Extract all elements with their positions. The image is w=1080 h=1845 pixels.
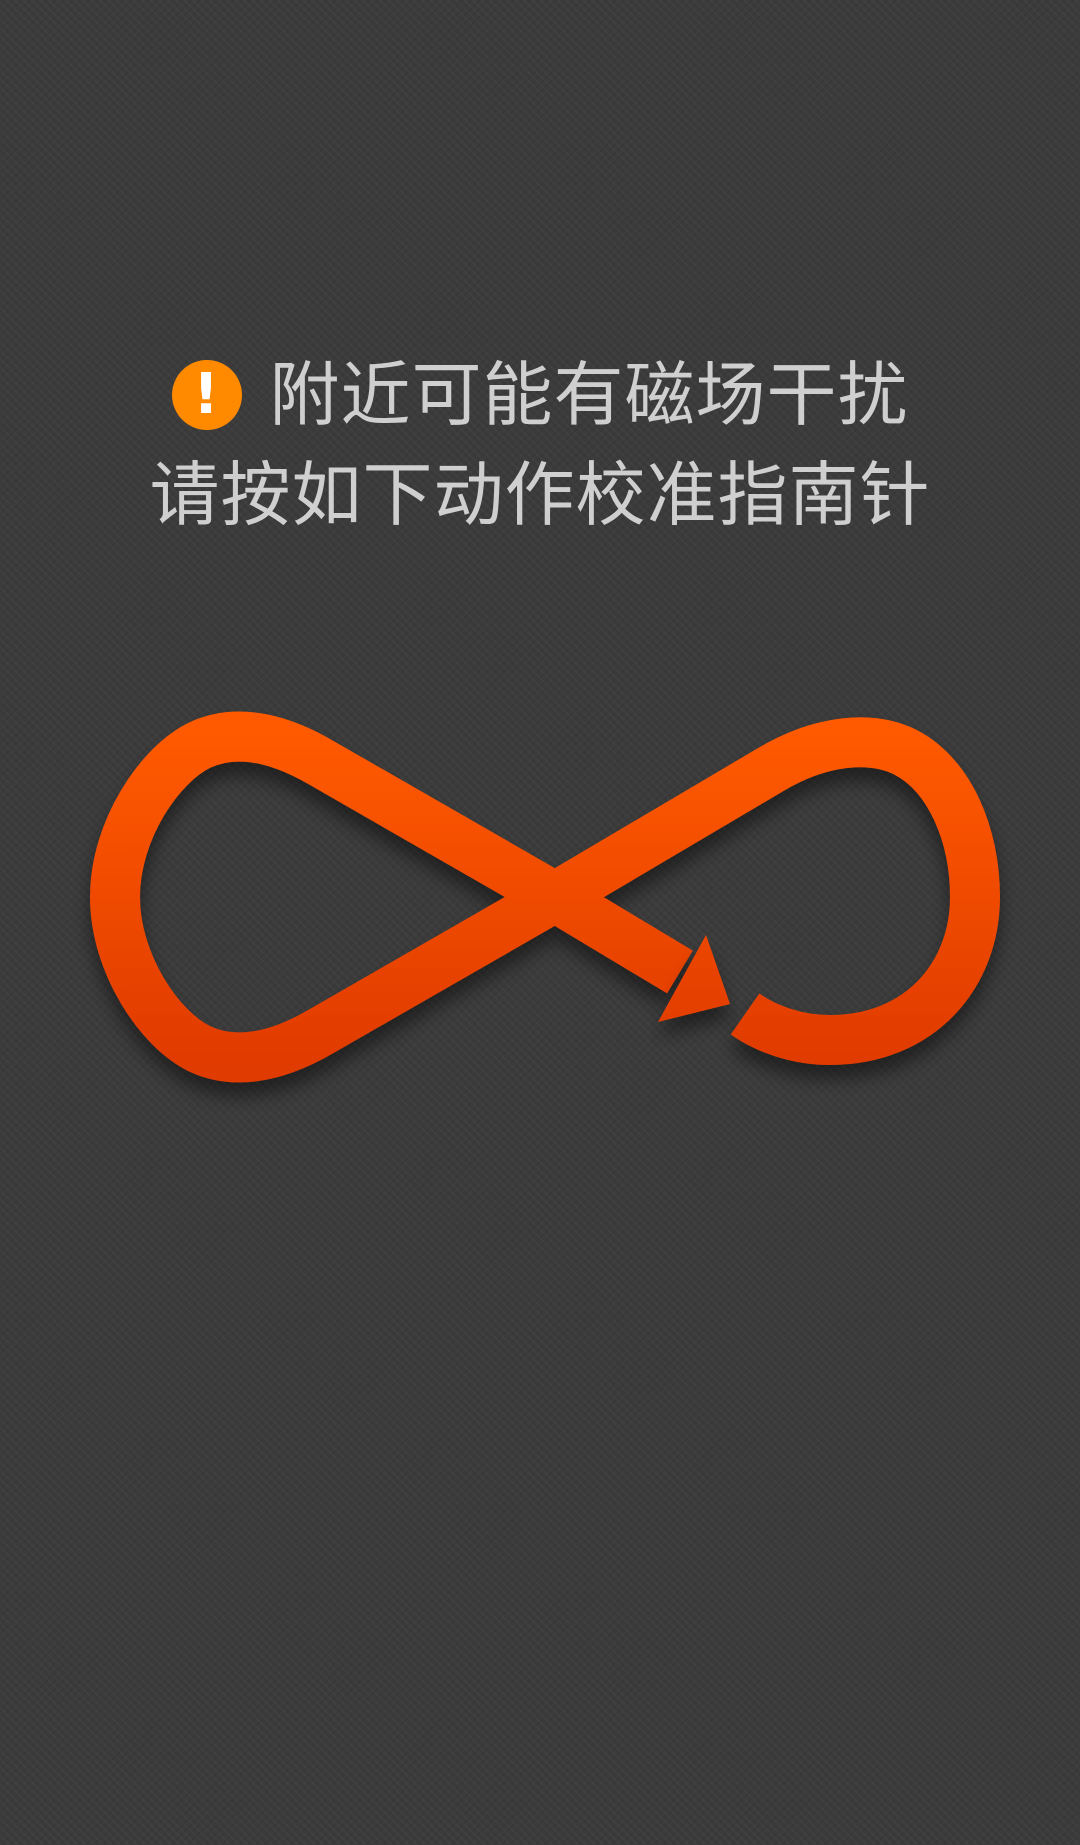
figure-eight-left-loop	[89, 711, 568, 1083]
figure-eight-right-loop	[542, 717, 1001, 1066]
figure-eight-arrow-icon	[89, 711, 1001, 1083]
figure-eight-arrow-shaft	[542, 875, 693, 994]
